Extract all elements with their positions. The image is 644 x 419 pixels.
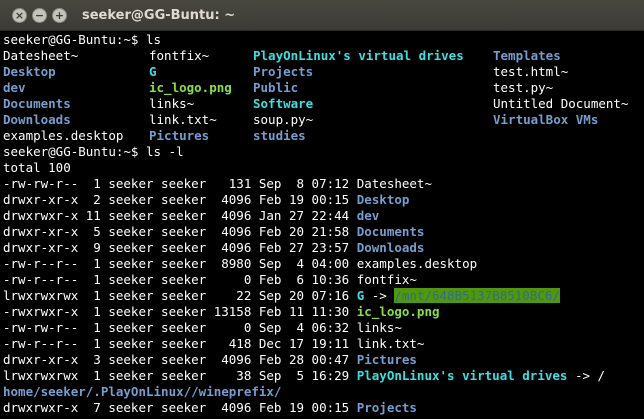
ls-entry: Public <box>253 80 299 95</box>
ls-listing: Datesheet~ fontfix~ PlayOnLinux's virtual … <box>0 48 644 144</box>
ls-entry: Projects <box>253 64 314 79</box>
ls-long-listing: -rw-rw-r-- 1 seeker seeker 131 Sep 8 07:… <box>0 176 644 416</box>
list-row: drwxr-xr-x 3 seeker seeker 4096 Feb 28 0… <box>0 352 644 368</box>
ls-row: Downloads link.txt~ soup.py~ VirtualBox VMs <box>0 112 644 128</box>
entry-name: Pictures <box>356 352 417 367</box>
list-row: lrwxrwxrwx 1 seeker seeker 22 Sep 20 07:… <box>0 288 644 304</box>
ls-entry <box>493 128 643 144</box>
ls-entry: Pictures <box>149 128 210 143</box>
window-title: seeker@GG-Buntu: ~ <box>82 7 236 23</box>
entry-meta: drwxrwxr-x 7 seeker seeker 4096 Feb 19 0… <box>3 400 357 415</box>
ls-entry: test.py~ <box>493 80 554 95</box>
list-row: -rw-r--r-- 1 seeker seeker 418 Dec 17 19… <box>0 336 644 352</box>
link-target: /mnt/648B5137B8510BC6/ <box>394 288 560 303</box>
list-row: drwxr-xr-x 2 seeker seeker 4096 Feb 19 0… <box>0 192 644 208</box>
ls-entry: Datesheet~ <box>3 48 79 63</box>
entry-name: Projects <box>356 400 417 415</box>
entry-meta: -rwxrwxr-x 1 seeker seeker 13158 Feb 11 … <box>3 304 357 319</box>
entry-meta: drwxr-xr-x 3 seeker seeker 4096 Feb 28 0… <box>3 352 357 367</box>
list-row: -rw-r--r-- 1 seeker seeker 8980 Sep 4 04… <box>0 256 644 272</box>
ls-row: examples.desktop Pictures studies <box>0 128 644 144</box>
list-row: -rw-rw-r-- 1 seeker seeker 131 Sep 8 07:… <box>0 176 644 192</box>
entry-name: dev <box>356 208 380 223</box>
terminal-output[interactable]: seeker@GG-Buntu:~$ ls Datesheet~ fontfix~… <box>0 32 644 419</box>
ls-entry: PlayOnLinux's virtual drives <box>253 48 464 63</box>
ls-entry: link.txt~ <box>149 112 217 127</box>
list-row: drwxr-xr-x 5 seeker seeker 4096 Feb 20 2… <box>0 224 644 240</box>
title-bar[interactable]: × − + seeker@GG-Buntu: ~ <box>0 0 644 31</box>
ls-entry: fontfix~ <box>149 48 210 63</box>
list-row: -rw-r--r-- 1 seeker seeker 0 Feb 6 10:36… <box>0 272 644 288</box>
ls-entry: Downloads <box>3 112 71 127</box>
prompt-line: seeker@GG-Buntu:~$ ls <box>3 32 162 47</box>
entry-name: Desktop <box>356 192 410 207</box>
link-arrow: -> / <box>567 368 606 383</box>
ls-entry: studies <box>253 128 306 143</box>
entry-name: Documents <box>356 224 425 239</box>
ls-row: Datesheet~ fontfix~ PlayOnLinux's virtual … <box>0 48 644 64</box>
maximize-button[interactable]: + <box>52 7 67 23</box>
ls-entry: soup.py~ <box>253 112 314 127</box>
entry-meta: lrwxrwxrwx 1 seeker seeker 22 Sep 20 07:… <box>3 288 357 303</box>
entry-name: examples.desktop <box>356 256 478 271</box>
close-button[interactable]: × <box>12 7 27 23</box>
entry-meta: -rw-r--r-- 1 seeker seeker 418 Dec 17 19… <box>3 336 357 351</box>
ls-entry: links~ <box>149 96 195 111</box>
ls-entry: Documents <box>3 96 71 111</box>
list-row: -rwxrwxr-x 1 seeker seeker 13158 Feb 11 … <box>0 304 644 320</box>
entry-meta: drwxr-xr-x 5 seeker seeker 4096 Feb 20 2… <box>3 224 357 239</box>
list-row: -rw-rw-r-- 1 seeker seeker 0 Sep 4 06:32… <box>0 320 644 336</box>
entry-meta: -rw-r--r-- 1 seeker seeker 8980 Sep 4 04… <box>3 256 357 271</box>
ls-entry: dev <box>3 80 26 95</box>
link-arrow: -> <box>364 288 395 303</box>
ls-entry: VirtualBox VMs <box>493 112 599 127</box>
entry-meta: drwxr-xr-x 2 seeker seeker 4096 Feb 19 0… <box>3 192 357 207</box>
ls-entry: Software <box>253 96 314 111</box>
total-line: total 100 <box>3 160 71 175</box>
entry-name: links~ <box>356 320 402 335</box>
ls-entry: Desktop <box>3 64 56 79</box>
entry-name: fontfix~ <box>356 272 417 287</box>
ls-entry: G <box>149 64 157 79</box>
minimize-button[interactable]: − <box>32 7 47 23</box>
entry-meta: -rw-r--r-- 1 seeker seeker 0 Feb 6 10:36 <box>3 272 357 287</box>
list-row: drwxrwxr-x 7 seeker seeker 4096 Feb 19 0… <box>0 400 644 416</box>
ls-entry: Untitled Document~ <box>493 96 629 111</box>
ls-row: Desktop G Projects test.html~ <box>0 64 644 80</box>
ls-entry: test.html~ <box>493 64 569 79</box>
ls-entry: Templates <box>493 48 561 63</box>
ls-entry: examples.desktop <box>3 128 124 143</box>
prompt-line: seeker@GG-Buntu:~$ ls -l <box>3 144 184 159</box>
entry-meta: lrwxrwxrwx 1 seeker seeker 38 Sep 5 16:2… <box>3 368 357 383</box>
list-row: drwxr-xr-x 9 seeker seeker 4096 Feb 27 2… <box>0 240 644 256</box>
list-row: drwxrwxr-x 11 seeker seeker 4096 Jan 27 … <box>0 208 644 224</box>
entry-meta: drwxrwxr-x 11 seeker seeker 4096 Jan 27 … <box>3 208 357 223</box>
list-row: lrwxrwxrwx 1 seeker seeker 38 Sep 5 16:2… <box>0 368 644 384</box>
entry-name: ic_logo.png <box>356 304 440 319</box>
list-row: home/seeker/.PlayOnLinux//wineprefix/ <box>0 384 644 400</box>
entry-meta: drwxr-xr-x 9 seeker seeker 4096 Feb 27 2… <box>3 240 357 255</box>
ls-entry: ic_logo.png <box>149 80 232 95</box>
entry-meta: -rw-rw-r-- 1 seeker seeker 131 Sep 8 07:… <box>3 176 357 191</box>
ls-row: Documents links~ Software Untitled Document… <box>0 96 644 112</box>
entry-name: Downloads <box>356 240 425 255</box>
terminal-window: × − + seeker@GG-Buntu: ~ seeker@GG-Buntu… <box>0 0 644 419</box>
link-target: home/seeker/.PlayOnLinux//wineprefix/ <box>3 384 282 399</box>
entry-name: Datesheet~ <box>356 176 432 191</box>
entry-name: link.txt~ <box>356 336 425 351</box>
entry-meta: -rw-rw-r-- 1 seeker seeker 0 Sep 4 06:32 <box>3 320 357 335</box>
ls-row: dev ic_logo.png Public test.py~ <box>0 80 644 96</box>
entry-name: PlayOnLinux's virtual drives <box>356 368 568 383</box>
